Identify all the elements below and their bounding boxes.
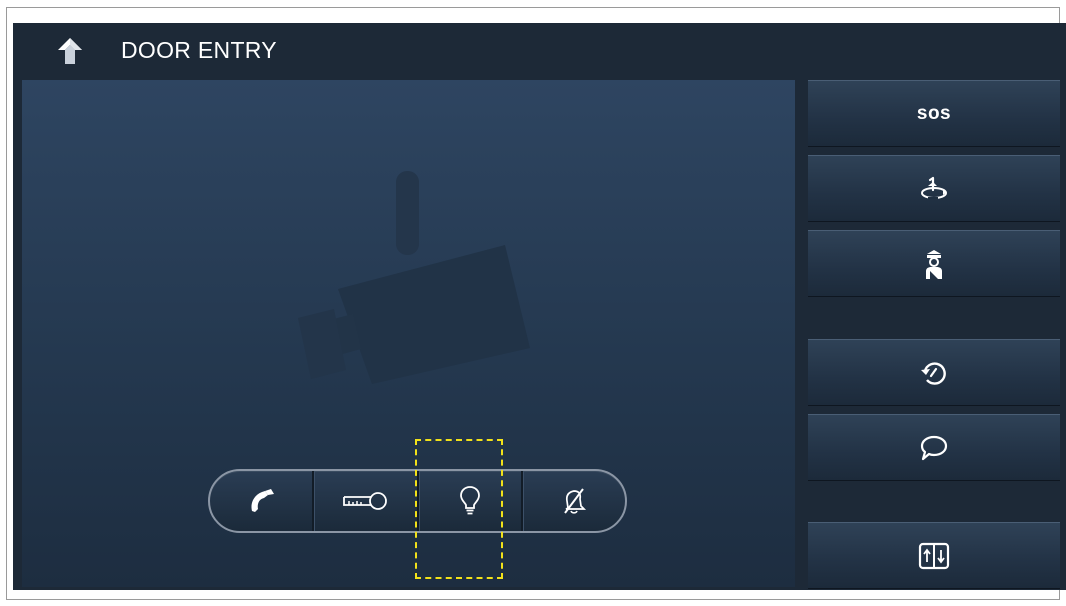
unlock-door-button[interactable] <box>312 471 416 531</box>
sos-button[interactable]: sos <box>808 80 1060 147</box>
guard-icon <box>926 249 942 279</box>
sos-label: sos <box>916 102 952 124</box>
phone-handset-icon <box>251 489 275 512</box>
door-entry-screen: DOOR ENTRY sos <box>13 23 1066 590</box>
key-icon <box>343 492 388 510</box>
elevator-button[interactable] <box>808 522 1060 589</box>
video-view <box>22 80 795 587</box>
history-button[interactable] <box>808 339 1060 406</box>
message-button[interactable] <box>808 414 1060 481</box>
guard-unit-button[interactable] <box>808 230 1060 297</box>
speech-bubble-icon <box>920 435 948 460</box>
elevator-icon <box>918 542 950 569</box>
header: DOOR ENTRY <box>13 23 1066 78</box>
rotate-camera-icon <box>921 176 947 199</box>
call-control-bar <box>208 469 627 533</box>
history-icon <box>921 361 946 385</box>
muted-bell-icon <box>564 488 586 514</box>
light-button[interactable] <box>416 471 521 531</box>
back-button[interactable] <box>54 36 86 66</box>
page-title: DOOR ENTRY <box>121 37 277 63</box>
answer-call-button[interactable] <box>210 471 312 531</box>
light-bulb-icon <box>459 486 480 515</box>
mute-button[interactable] <box>520 471 625 531</box>
back-arrow-icon <box>58 38 82 64</box>
surveillance-button[interactable] <box>808 155 1060 222</box>
